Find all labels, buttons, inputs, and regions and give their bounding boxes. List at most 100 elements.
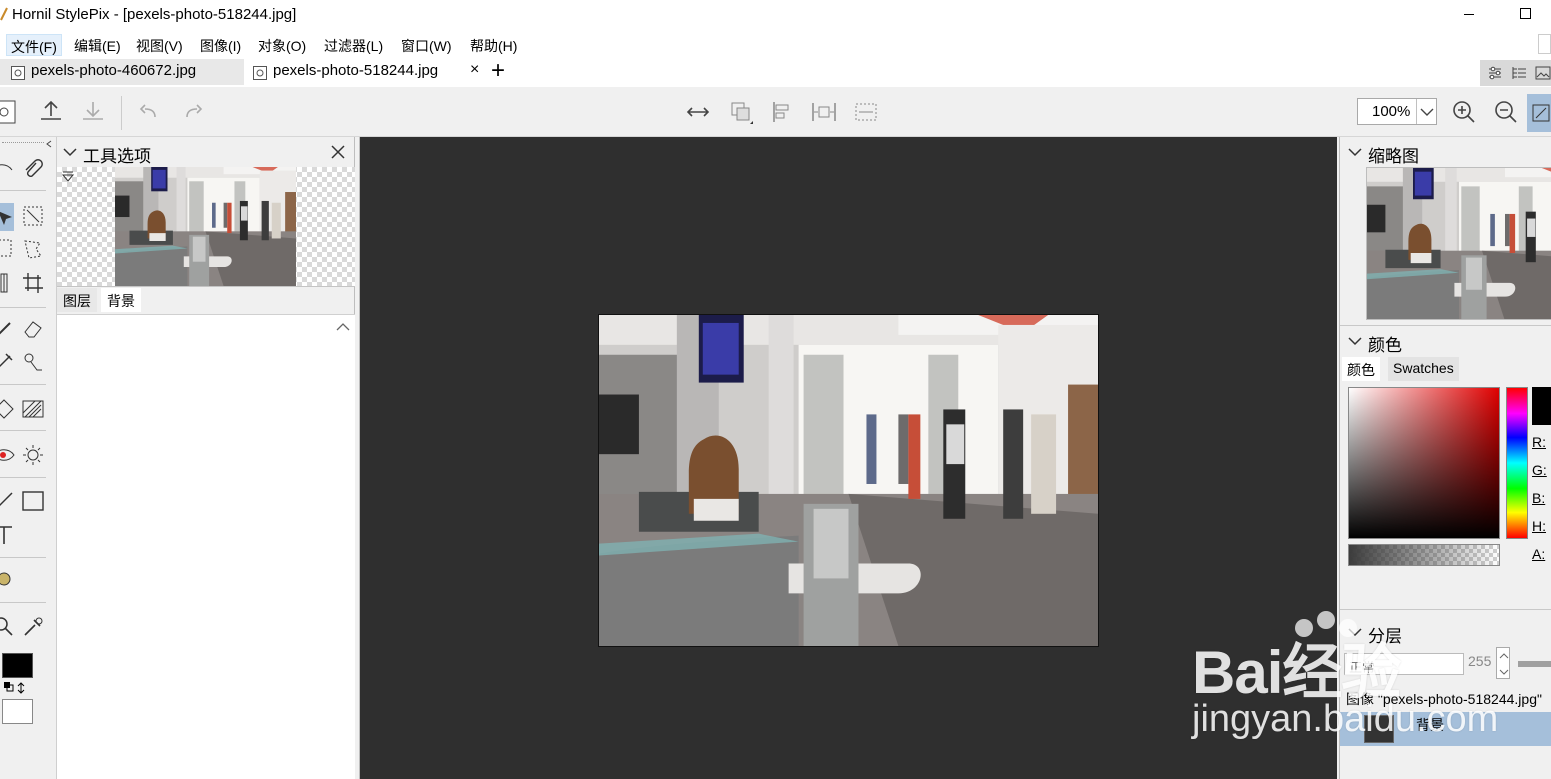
brush-tool[interactable] (0, 317, 16, 341)
fill-tool[interactable] (0, 567, 16, 591)
alpha-slider[interactable] (1348, 544, 1500, 566)
slice-tool[interactable] (0, 271, 16, 295)
menu-image[interactable]: 图像(I) (196, 34, 245, 56)
flip-horizontal-button[interactable] (683, 97, 713, 127)
pattern-tool[interactable] (21, 397, 45, 421)
maximize-icon (1520, 8, 1531, 19)
tab-color[interactable]: 颜色 (1342, 357, 1380, 381)
brightness-tool[interactable] (21, 443, 45, 467)
opacity-spinner[interactable] (1496, 647, 1510, 679)
save-button[interactable] (78, 97, 108, 127)
opacity-slider[interactable] (1518, 661, 1551, 667)
zoom-in-button[interactable] (1449, 97, 1479, 127)
rect-select-tool[interactable] (0, 237, 16, 261)
line-tool[interactable] (0, 489, 16, 513)
tool-divider (0, 557, 46, 558)
close-tab-icon[interactable]: × (470, 61, 479, 79)
menu-view[interactable]: 视图(V) (132, 34, 187, 56)
tool-divider (0, 190, 46, 191)
zoom-dropdown-button[interactable] (1416, 99, 1436, 124)
new-image-button[interactable] (0, 97, 24, 127)
tab-pexels-photo-460672[interactable]: pexels-photo-460672.jpg (0, 59, 244, 85)
tab-swatches[interactable]: Swatches (1388, 357, 1459, 381)
main-toolbar: 100% (0, 87, 1551, 137)
open-button[interactable] (36, 97, 66, 127)
menu-overflow-button[interactable] (1538, 34, 1551, 54)
maximize-button[interactable] (1503, 0, 1549, 30)
menu-window[interactable]: 窗口(W) (397, 34, 456, 56)
layers-stack-icon (731, 102, 753, 124)
canvas-size-icon (855, 103, 877, 121)
diamond-icon (0, 399, 14, 419)
crop-tool[interactable] (21, 271, 45, 295)
lasso-tool[interactable] (21, 237, 45, 261)
panel-divider (1340, 325, 1551, 326)
zoom-tool[interactable] (0, 615, 16, 639)
arrows-horizontal-icon (686, 107, 710, 117)
title-bar: Hornil StylePix - [pexels-photo-518244.j… (0, 0, 1551, 30)
move-tool[interactable] (0, 203, 14, 231)
background-color-swatch[interactable] (2, 699, 33, 724)
tool-options-tabs: 图层 背景 (57, 288, 355, 312)
tab-layers[interactable]: 图层 (57, 288, 97, 312)
tab-pexels-photo-518244[interactable]: pexels-photo-518244.jpg × (246, 59, 488, 85)
new-tab-icon[interactable]: + (491, 59, 505, 83)
tool-divider (0, 602, 46, 603)
foreground-color-swatch[interactable] (2, 653, 33, 678)
eye-tool[interactable] (0, 158, 14, 182)
distribute-icon (812, 103, 836, 121)
tool-divider (0, 307, 46, 308)
thumbnail-image (1367, 168, 1551, 319)
distribute-button[interactable] (809, 97, 839, 127)
eraser-tool[interactable] (21, 317, 45, 341)
navigator-thumbnail[interactable] (1366, 167, 1551, 320)
sun-icon (23, 445, 43, 465)
zoom-select[interactable]: 100% (1357, 98, 1437, 125)
hue-slider[interactable] (1506, 387, 1528, 539)
menu-edit[interactable]: 编辑(E) (70, 34, 125, 56)
red-eye-tool[interactable] (0, 443, 16, 467)
eyedropper-tool[interactable] (21, 615, 45, 639)
preview-image (115, 167, 296, 286)
photo-preview (115, 167, 296, 286)
menu-help[interactable]: 帮助(H) (466, 34, 521, 56)
menu-filter[interactable]: 过滤器(L) (320, 34, 387, 56)
line-icon (0, 492, 13, 507)
adjust-icon (1489, 66, 1501, 80)
color-panel-title: 颜色 (1368, 336, 1402, 355)
align-button[interactable] (768, 97, 798, 127)
tab-label: pexels-photo-460672.jpg (31, 62, 197, 79)
shape-tool[interactable] (0, 397, 16, 421)
zoom-out-button[interactable] (1491, 97, 1521, 127)
clone-stamp-tool[interactable] (21, 350, 45, 374)
minimize-icon (1464, 14, 1474, 15)
saturation-value-picker[interactable] (1348, 387, 1500, 539)
pencil-tool[interactable] (0, 350, 16, 374)
menu-object[interactable]: 对象(O) (254, 34, 310, 56)
swap-colors-icon (4, 682, 25, 694)
canvas-image[interactable] (598, 314, 1099, 647)
fit-window-button[interactable] (1527, 94, 1551, 132)
close-icon[interactable] (330, 144, 346, 160)
app-icon (0, 7, 8, 21)
attach-tool[interactable] (21, 158, 45, 182)
tool-divider (0, 477, 46, 478)
chevron-up-icon[interactable] (336, 322, 350, 332)
rectangle-tool[interactable] (21, 489, 45, 513)
slice-icon (0, 273, 8, 293)
text-tool[interactable] (0, 523, 16, 547)
menu-file[interactable]: 文件(F) (6, 34, 62, 56)
current-color-swatch (1532, 387, 1551, 425)
tool-options-header: 工具选项 (57, 137, 355, 167)
tool-options-body (57, 314, 355, 779)
redo-button[interactable] (178, 97, 208, 127)
arrange-button[interactable] (726, 97, 756, 127)
transform-tool[interactable] (21, 204, 45, 228)
magnifier-icon (0, 617, 13, 636)
minimize-button[interactable] (1446, 0, 1492, 30)
tab-background[interactable]: 背景 (101, 288, 141, 312)
spinner-arrows-icon (1499, 653, 1509, 675)
undo-button[interactable] (134, 97, 164, 127)
eye-icon (0, 164, 13, 171)
canvas-size-button[interactable] (851, 97, 881, 127)
